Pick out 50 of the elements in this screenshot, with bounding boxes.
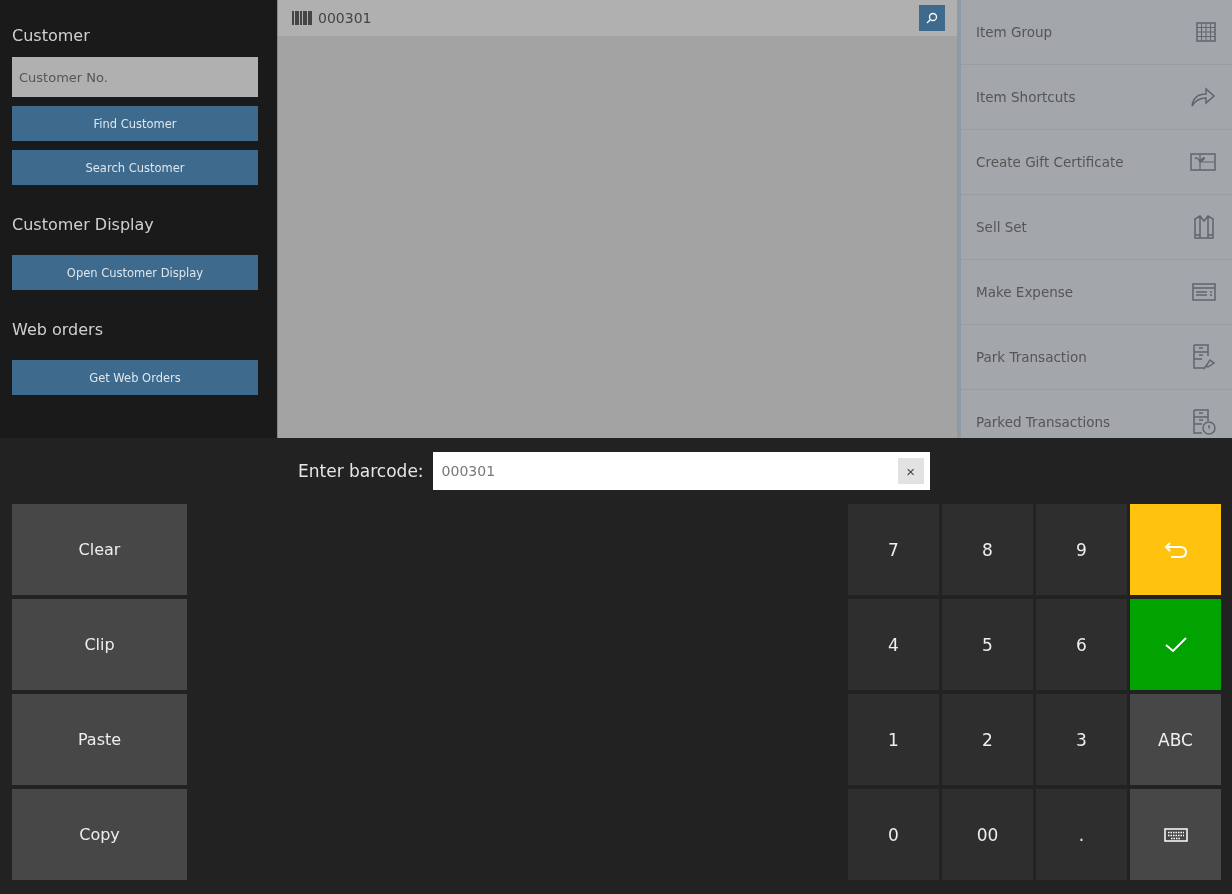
digit-key[interactable]: 00 (942, 789, 1033, 880)
digit-key[interactable]: 9 (1036, 504, 1127, 595)
sidebar-button[interactable]: Get Web Orders (12, 360, 258, 395)
arrow-icon (1190, 86, 1216, 108)
digit-key[interactable]: 2 (942, 694, 1033, 785)
barcode-field[interactable]: 000301 × (432, 452, 930, 490)
action-label: Parked Transactions (976, 414, 1111, 430)
action-label: Make Expense (976, 284, 1074, 300)
section-title: Customer (12, 26, 91, 45)
keyboard-key[interactable] (1130, 789, 1221, 880)
gift-card-icon (1190, 153, 1216, 171)
action-label: Sell Set (976, 219, 1027, 235)
cabinet-pin-icon (1192, 344, 1216, 370)
action-label: Item Group (976, 24, 1053, 40)
edit-button[interactable]: Clip (12, 599, 187, 690)
digit-key[interactable]: 7 (848, 504, 939, 595)
digit-key[interactable]: 8 (942, 504, 1033, 595)
digit-key[interactable]: 1 (848, 694, 939, 785)
digit-key[interactable]: 3 (1036, 694, 1127, 785)
digit-key[interactable]: 6 (1036, 599, 1127, 690)
edit-button[interactable]: Copy (12, 789, 187, 880)
checkmark-icon (1164, 636, 1187, 653)
edit-button[interactable]: Paste (12, 694, 187, 785)
keyboard-icon (1163, 827, 1188, 842)
action-label: Item Shortcuts (976, 89, 1076, 105)
digit-key[interactable]: 4 (848, 599, 939, 690)
customer-number-field[interactable]: Customer No. (12, 57, 258, 97)
digit-key[interactable]: 5 (942, 599, 1033, 690)
sidebar-button[interactable]: Find Customer (12, 106, 258, 141)
scanned-code: 000301 (318, 10, 373, 26)
digit-key[interactable]: . (1036, 789, 1127, 880)
clear-field-button[interactable]: × (897, 458, 924, 484)
action-label: Create Gift Certificate (976, 154, 1124, 170)
barcode-icon (292, 11, 312, 25)
search-icon (926, 12, 938, 24)
section-title: Web orders (12, 320, 104, 339)
abc-key[interactable]: ABC (1130, 694, 1221, 785)
grid-icon (1196, 22, 1216, 42)
return-icon (1163, 541, 1188, 558)
sidebar-button[interactable]: Search Customer (12, 150, 258, 185)
cabinet-clock-icon (1192, 409, 1216, 435)
jacket-icon (1192, 215, 1216, 239)
section-title: Customer Display (12, 215, 155, 234)
edit-button[interactable]: Clear (12, 504, 187, 595)
digit-key[interactable]: 0 (848, 789, 939, 880)
action-label: Park Transaction (976, 349, 1087, 365)
search-button[interactable] (919, 5, 945, 31)
receipt-icon (1192, 283, 1216, 301)
barcode-label: Enter barcode: (298, 461, 424, 481)
sidebar-button[interactable]: Open Customer Display (12, 255, 258, 290)
